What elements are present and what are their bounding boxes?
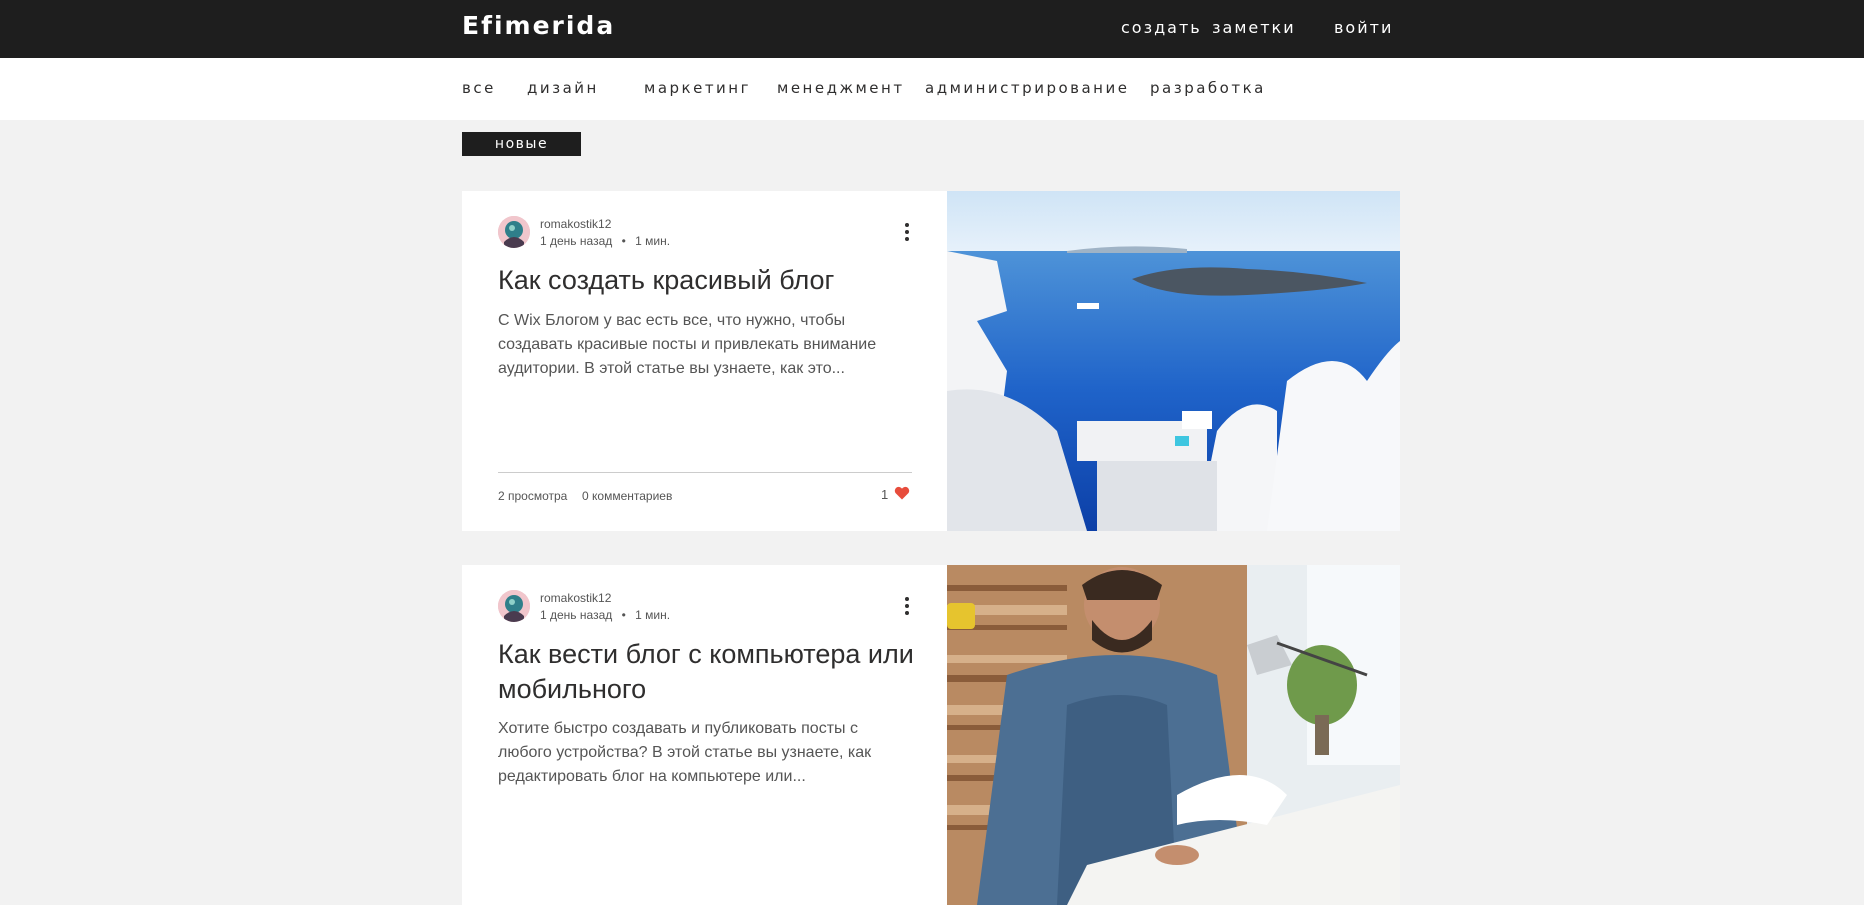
category-all[interactable]: все bbox=[462, 79, 496, 97]
author-avatar[interactable] bbox=[498, 590, 530, 622]
post-date: 1 день назад bbox=[540, 608, 613, 622]
post-card[interactable]: romakostik12 1 день назад • 1 мин. Как в… bbox=[462, 565, 1400, 905]
create-button[interactable]: создать bbox=[1121, 18, 1202, 37]
post-meta: 1 день назад • 1 мин. bbox=[540, 608, 670, 622]
post-text-pane: romakostik12 1 день назад • 1 мин. Как с… bbox=[462, 191, 947, 531]
site-header: Efimerida создать заметки войти bbox=[0, 0, 1864, 58]
comments-count[interactable]: 0 комментариев bbox=[582, 489, 672, 503]
post-text-pane: romakostik12 1 день назад • 1 мин. Как в… bbox=[462, 565, 947, 905]
more-options-icon[interactable] bbox=[902, 223, 912, 241]
category-administration[interactable]: администрирование bbox=[925, 79, 1129, 97]
read-time: 1 мин. bbox=[635, 234, 671, 248]
post-excerpt[interactable]: Хотите быстро создавать и публиковать по… bbox=[498, 717, 893, 789]
likes-count: 1 bbox=[881, 487, 889, 502]
category-nav: все дизайн маркетинг менеджмент админист… bbox=[0, 58, 1864, 120]
views-count: 2 просмотра bbox=[498, 489, 568, 503]
post-cover-image-man-at-desk[interactable] bbox=[947, 565, 1400, 905]
heart-icon[interactable] bbox=[894, 486, 910, 503]
category-design[interactable]: дизайн bbox=[527, 79, 599, 97]
post-card[interactable]: romakostik12 1 день назад • 1 мин. Как с… bbox=[462, 191, 1400, 531]
category-development[interactable]: разработка bbox=[1150, 79, 1266, 97]
divider bbox=[498, 472, 912, 473]
sort-new-tag[interactable]: новые bbox=[462, 132, 581, 156]
meta-separator: • bbox=[621, 608, 626, 622]
more-options-icon[interactable] bbox=[902, 597, 912, 615]
category-marketing[interactable]: маркетинг bbox=[644, 79, 751, 97]
meta-separator: • bbox=[621, 234, 626, 248]
author-avatar[interactable] bbox=[498, 216, 530, 248]
login-button[interactable]: войти bbox=[1334, 18, 1393, 37]
post-cover-image-santorini[interactable] bbox=[947, 191, 1400, 531]
site-logo[interactable]: Efimerida bbox=[462, 11, 615, 40]
post-title[interactable]: Как вести блог с компьютера или мобильно… bbox=[498, 637, 918, 707]
read-time: 1 мин. bbox=[635, 608, 671, 622]
post-date: 1 день назад bbox=[540, 234, 613, 248]
author-name[interactable]: romakostik12 bbox=[540, 217, 611, 231]
likes: 1 bbox=[881, 486, 910, 503]
notes-link[interactable]: заметки bbox=[1212, 18, 1296, 37]
category-management[interactable]: менеджмент bbox=[777, 79, 905, 97]
author-name[interactable]: romakostik12 bbox=[540, 591, 611, 605]
post-meta: 1 день назад • 1 мин. bbox=[540, 234, 670, 248]
post-excerpt[interactable]: С Wix Блогом у вас есть все, что нужно, … bbox=[498, 309, 893, 381]
post-title[interactable]: Как создать красивый блог bbox=[498, 263, 918, 298]
